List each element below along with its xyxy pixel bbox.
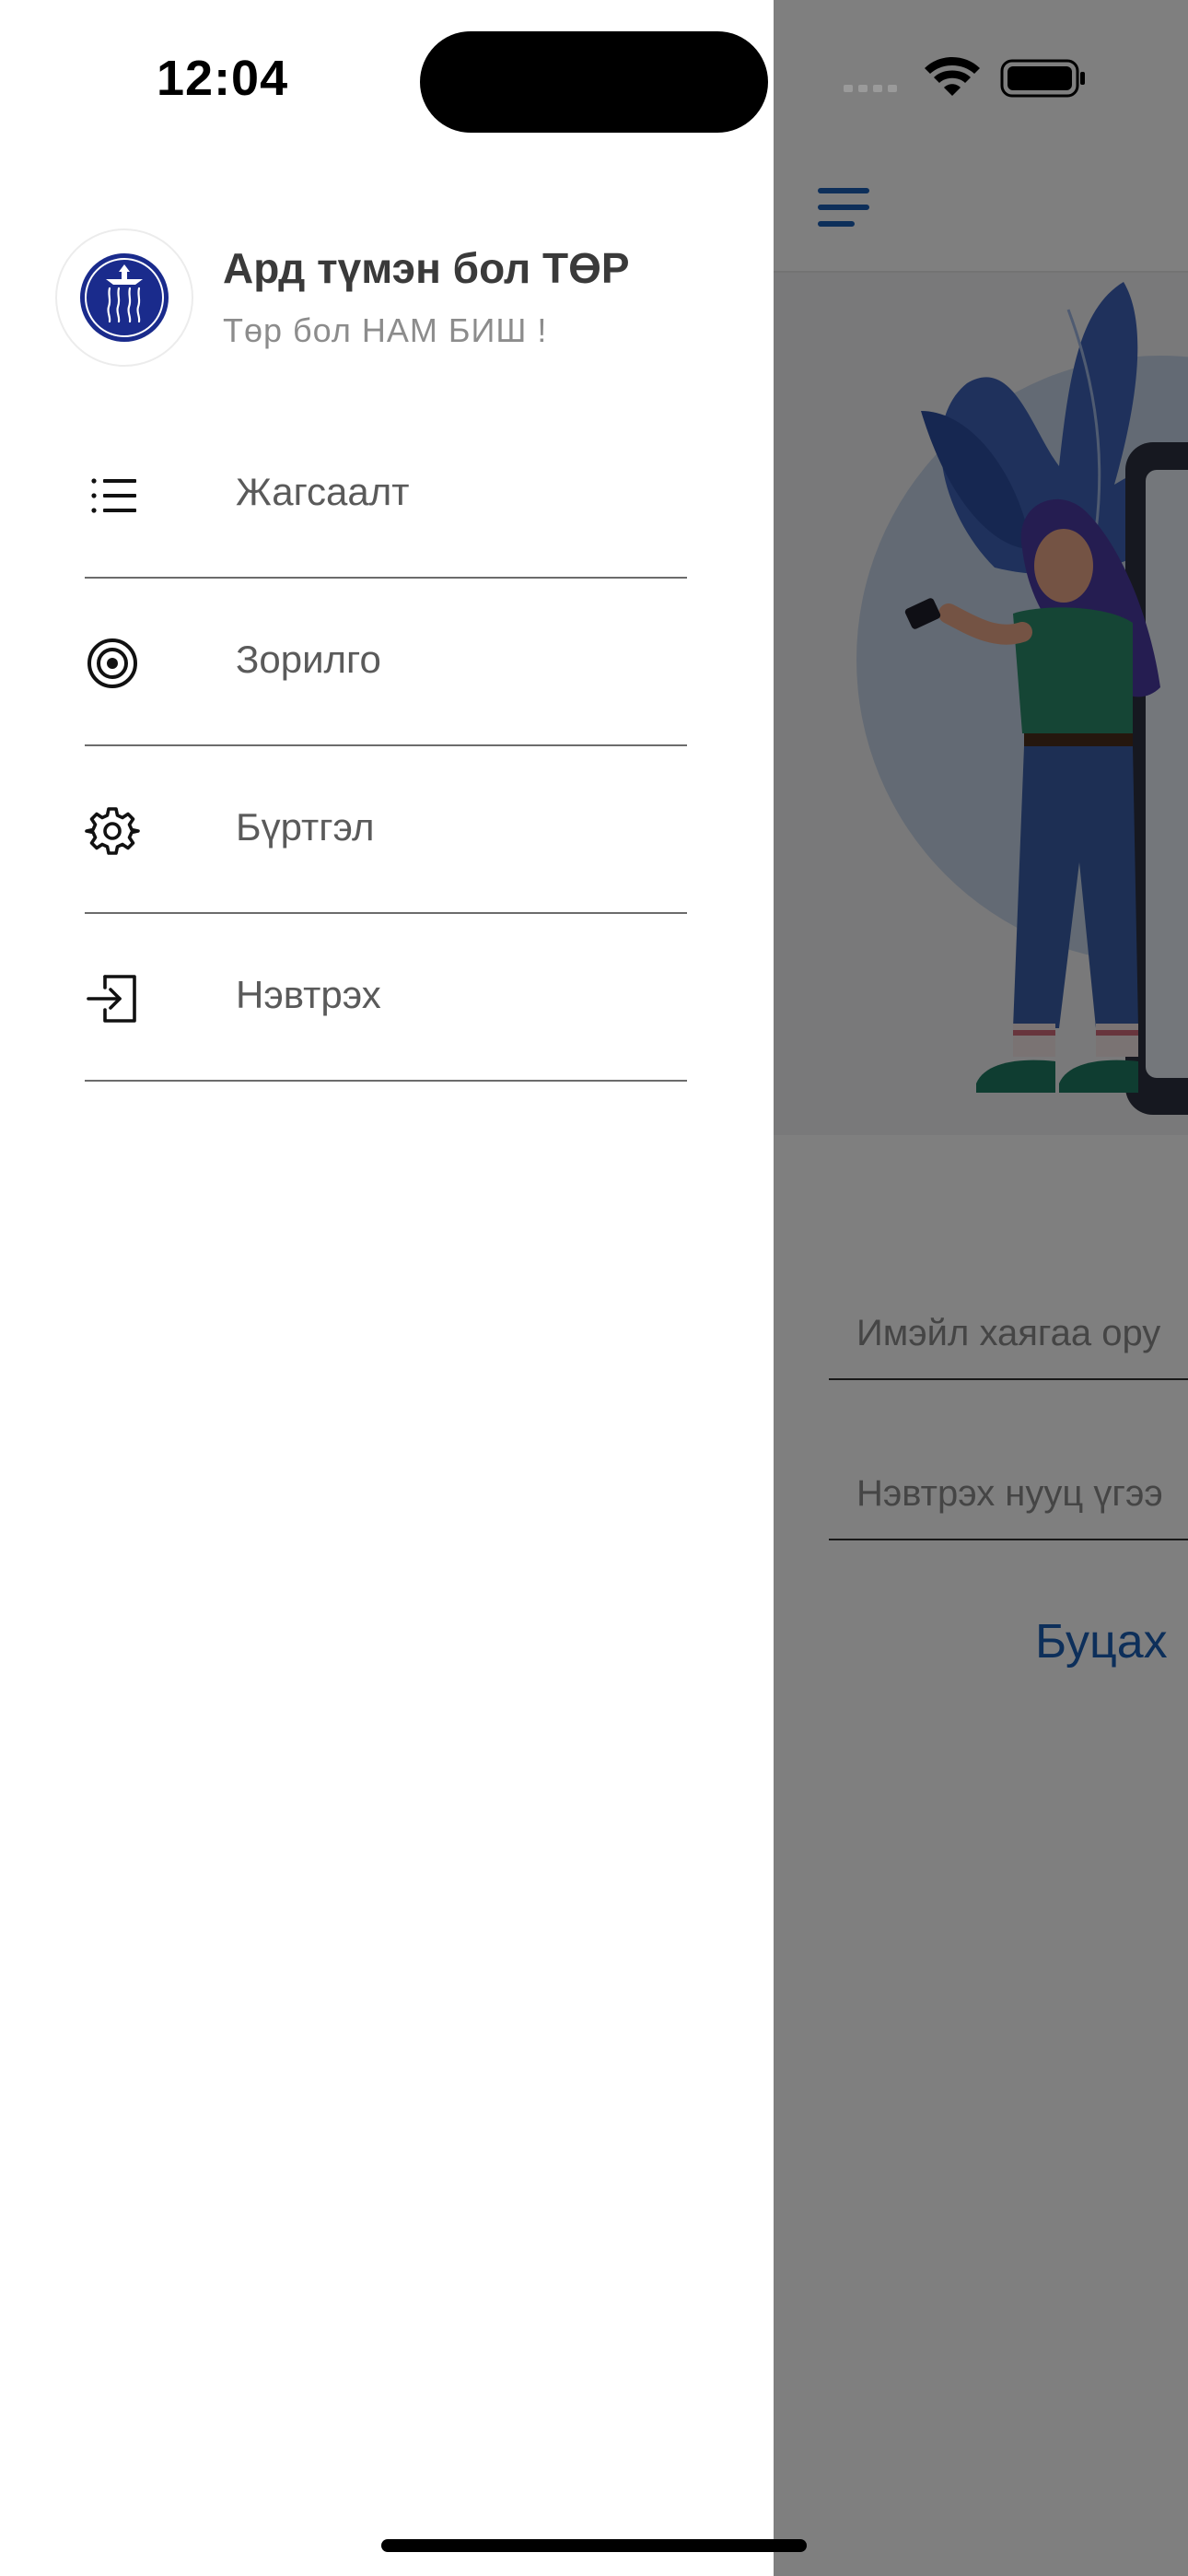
home-indicator [381, 2539, 807, 2552]
status-icons [840, 55, 1089, 101]
drawer-item-label: Зорилго [236, 638, 381, 681]
login-icon [85, 971, 140, 1026]
drawer-item-label: Жагсаалт [236, 470, 410, 513]
drawer-header: Ард түмэн бол ТӨР Төр бол НАМ БИШ ! [0, 221, 774, 378]
cellular-icon [844, 85, 897, 92]
status-bar: 12:04 [0, 0, 1188, 157]
party-logo-icon [55, 228, 193, 367]
drawer-menu: Жагсаалт Зорилго Бүртгэл Нэвтрэх [85, 411, 687, 1082]
gear-icon [85, 803, 140, 859]
drawer-subtitle: Төр бол НАМ БИШ ! [223, 311, 548, 349]
status-time: 12:04 [157, 51, 289, 106]
navigation-drawer: Ард түмэн бол ТӨР Төр бол НАМ БИШ ! Жагс… [0, 0, 774, 2576]
drawer-item-goal[interactable]: Зорилго [85, 579, 687, 746]
battery-icon [1000, 59, 1085, 98]
drawer-title: Ард түмэн бол ТӨР [223, 244, 630, 292]
drawer-item-register[interactable]: Бүртгэл [85, 746, 687, 914]
target-icon [85, 636, 140, 691]
list-icon [85, 468, 140, 523]
drawer-item-list[interactable]: Жагсаалт [85, 411, 687, 579]
drawer-item-label: Бүртгэл [236, 805, 375, 849]
dynamic-island [420, 31, 768, 133]
drawer-item-login[interactable]: Нэвтрэх [85, 914, 687, 1082]
wifi-icon [925, 57, 980, 96]
drawer-item-label: Нэвтрэх [236, 973, 381, 1016]
